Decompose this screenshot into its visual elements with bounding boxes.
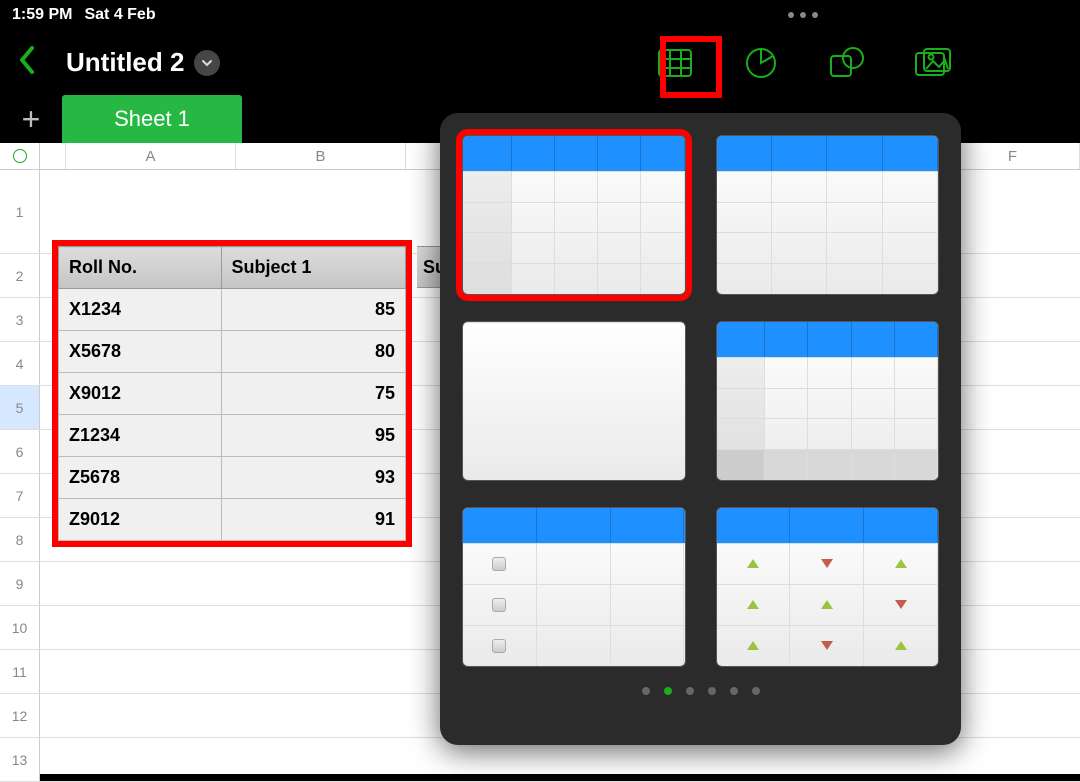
pager-dot[interactable] <box>686 687 694 695</box>
row-header[interactable]: 9 <box>0 562 40 605</box>
data-table[interactable]: Roll No. Subject 1 X123485X567880X901275… <box>58 246 406 541</box>
pager-dot[interactable] <box>752 687 760 695</box>
multitask-dots[interactable] <box>788 12 818 18</box>
row-header[interactable]: 1 <box>0 170 40 253</box>
table-style-6[interactable] <box>716 507 940 667</box>
status-time: 1:59 PM <box>12 6 72 24</box>
back-button[interactable] <box>18 45 36 81</box>
cell-value[interactable]: 75 <box>221 373 406 415</box>
table-row[interactable]: Z901291 <box>59 499 406 541</box>
row-header[interactable]: 6 <box>0 430 40 473</box>
cell-roll[interactable]: X9012 <box>59 373 222 415</box>
row-header[interactable]: 10 <box>0 606 40 649</box>
th-roll[interactable]: Roll No. <box>59 247 222 289</box>
highlight-insert-table <box>660 36 722 98</box>
cell-value[interactable]: 80 <box>221 331 406 373</box>
pager-dot[interactable] <box>730 687 738 695</box>
insert-chart-icon[interactable] <box>742 44 780 82</box>
row-header[interactable]: 12 <box>0 694 40 737</box>
cell-value[interactable]: 93 <box>221 457 406 499</box>
cell-roll[interactable]: Z5678 <box>59 457 222 499</box>
table-style-1[interactable] <box>462 135 686 295</box>
table-styles-popup <box>440 113 961 745</box>
select-all-cell[interactable] <box>0 143 40 169</box>
document-title[interactable]: Untitled 2 <box>66 47 184 78</box>
row-header[interactable]: 4 <box>0 342 40 385</box>
row-header[interactable]: 7 <box>0 474 40 517</box>
th-subject[interactable]: Subject 1 <box>221 247 406 289</box>
cell-roll[interactable]: Z9012 <box>59 499 222 541</box>
table-style-5[interactable] <box>462 507 686 667</box>
cell-value[interactable]: 95 <box>221 415 406 457</box>
sheet-tab-active[interactable]: Sheet 1 <box>62 95 242 143</box>
status-bar: 1:59 PM Sat 4 Feb <box>0 0 1080 30</box>
cell-value[interactable]: 85 <box>221 289 406 331</box>
pager-dot[interactable] <box>664 687 672 695</box>
pager-dot[interactable] <box>642 687 650 695</box>
cell-roll[interactable]: Z1234 <box>59 415 222 457</box>
title-dropdown[interactable] <box>194 50 220 76</box>
row-header[interactable]: 13 <box>0 738 40 781</box>
cell-value[interactable]: 91 <box>221 499 406 541</box>
col-header-b[interactable]: B <box>236 143 406 169</box>
table-row[interactable]: X901275 <box>59 373 406 415</box>
table-style-3[interactable] <box>462 321 686 481</box>
row-header[interactable]: 8 <box>0 518 40 561</box>
table-row[interactable]: Z123495 <box>59 415 406 457</box>
row-header[interactable]: 2 <box>0 254 40 297</box>
col-header-a[interactable]: A <box>66 143 236 169</box>
col-gutter <box>40 143 66 169</box>
pager-dot[interactable] <box>708 687 716 695</box>
table-row[interactable]: X567880 <box>59 331 406 373</box>
insert-media-icon[interactable] <box>914 44 952 82</box>
table-row[interactable]: Z567893 <box>59 457 406 499</box>
row-header[interactable]: 11 <box>0 650 40 693</box>
style-pager[interactable] <box>462 687 939 695</box>
app-header: Untitled 2 <box>0 30 1080 95</box>
cell-roll[interactable]: X5678 <box>59 331 222 373</box>
table-style-2[interactable] <box>716 135 940 295</box>
row-header[interactable]: 3 <box>0 298 40 341</box>
data-table-highlight: Roll No. Subject 1 X123485X567880X901275… <box>52 240 412 547</box>
cell-roll[interactable]: X1234 <box>59 289 222 331</box>
row-header[interactable]: 5 <box>0 386 40 429</box>
col-header-f[interactable]: F <box>946 143 1080 169</box>
table-style-4[interactable] <box>716 321 940 481</box>
status-date: Sat 4 Feb <box>84 6 155 24</box>
insert-shape-icon[interactable] <box>828 44 866 82</box>
add-sheet-button[interactable]: + <box>0 95 62 143</box>
partial-header-subject2: Su <box>417 246 442 288</box>
table-row[interactable]: X123485 <box>59 289 406 331</box>
